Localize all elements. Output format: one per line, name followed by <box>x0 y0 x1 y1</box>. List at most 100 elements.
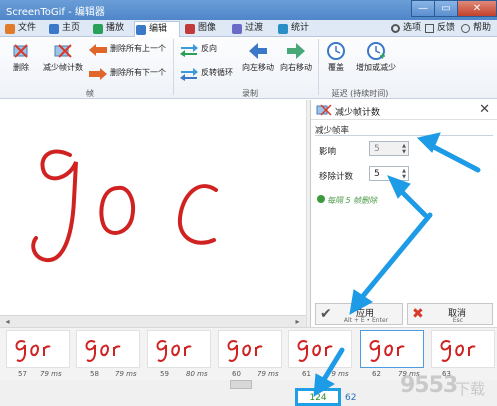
clock-icon <box>326 41 346 61</box>
frame-count-box: 124 <box>295 388 341 406</box>
frame-number: 57 <box>18 370 27 378</box>
tab-label: 播放 <box>106 23 125 33</box>
close-button[interactable]: ✕ <box>457 0 497 17</box>
feedback-button[interactable]: 反馈 <box>425 21 455 36</box>
yoyo-icon <box>179 67 199 81</box>
frames-group-label: 帧 <box>86 89 94 98</box>
tab-label: 文件 <box>18 23 37 33</box>
reduce-frames-icon <box>53 41 73 61</box>
feedback-label: 反馈 <box>437 23 456 33</box>
title-bar: ScreenToGif - 编辑器 — ▭ ✕ <box>0 0 497 20</box>
move-left-label: 向左移动 <box>242 63 274 72</box>
scroll-left-icon[interactable]: ◂ <box>2 317 13 327</box>
reverse-icon <box>179 43 199 57</box>
ribbon-tabs: 文件 主页 播放 编辑 图像 过渡 统计 选项 反馈 帮助 <box>0 20 497 37</box>
tab-home[interactable]: 主页 <box>48 21 90 37</box>
reduce-frame-count-button[interactable]: 减少帧计数 <box>40 41 86 73</box>
frame-number: 62 <box>372 370 381 378</box>
selected-count: 62 <box>345 393 357 403</box>
reverse-label: 反向 <box>201 44 217 53</box>
arrow-left-red-icon <box>88 43 108 57</box>
scroll-right-icon[interactable]: ▸ <box>292 317 303 327</box>
panel-header: 减少帧计数 ✕ <box>311 100 497 120</box>
horizontal-scrollbar[interactable]: ◂ ▸ <box>0 315 306 327</box>
factor-label: 影响 <box>319 147 337 157</box>
tab-transition[interactable]: 过渡 <box>231 21 275 37</box>
frame-thumbnail[interactable] <box>288 330 352 368</box>
tab-label: 主页 <box>62 23 81 33</box>
close-icon[interactable]: ✕ <box>479 102 490 117</box>
frame-delay: 79 ms <box>115 370 137 378</box>
frame-number: 61 <box>302 370 311 378</box>
options-button[interactable]: 选项 <box>391 21 421 36</box>
scroll-thumb[interactable] <box>230 380 252 389</box>
factor-value: 5 <box>374 144 380 154</box>
stats-icon <box>278 24 288 34</box>
tab-image[interactable]: 图像 <box>184 21 228 37</box>
info-message: 每隔 5 帧删除 <box>317 195 377 206</box>
factor-stepper[interactable]: 5 ▲ ▼ <box>369 141 409 156</box>
home-icon <box>49 24 59 34</box>
tab-label: 过渡 <box>245 23 264 33</box>
delete-all-previous-button[interactable]: 删除所有上一个 <box>88 43 166 57</box>
tab-play[interactable]: 播放 <box>92 21 132 37</box>
feedback-icon <box>425 24 434 33</box>
remove-count-value: 5 <box>374 169 380 179</box>
yoyo-button[interactable]: 反转循环 <box>179 67 233 81</box>
frame-count: 124 <box>309 393 327 403</box>
cancel-x-icon: ✖ <box>412 306 424 322</box>
delete-frame-icon <box>11 41 31 61</box>
section-divider <box>315 135 493 136</box>
reduce-frame-panel: 减少帧计数 ✕ 减少帧率 影响 5 ▲ ▼ 移除计数 5 ▲ ▼ 每隔 5 帧删… <box>310 100 497 327</box>
stepper-down-icon[interactable]: ▼ <box>402 149 406 155</box>
override-delay-button[interactable]: 覆盖 <box>321 41 351 73</box>
transition-icon <box>232 24 242 34</box>
frame-thumbnail-selected[interactable] <box>360 330 424 368</box>
frame-number: 59 <box>160 370 169 378</box>
move-left-button[interactable]: 向左移动 <box>240 41 276 73</box>
delete-label: 删除 <box>13 63 29 72</box>
delete-button[interactable]: 删除 <box>6 41 36 73</box>
increase-decrease-delay-button[interactable]: 增加或减少 <box>355 41 397 73</box>
gear-icon <box>391 24 400 33</box>
reduce-label: 减少帧计数 <box>43 63 83 72</box>
image-icon <box>185 24 195 34</box>
override-label: 覆盖 <box>328 63 344 72</box>
increase-decrease-label: 增加或减少 <box>356 63 396 72</box>
record-group-label: 录制 <box>242 89 258 98</box>
frame-thumbnail[interactable] <box>218 330 282 368</box>
frame-number: 58 <box>90 370 99 378</box>
frame-thumbnail[interactable] <box>147 330 211 368</box>
yoyo-label: 反转循环 <box>201 68 233 77</box>
stepper-down-icon[interactable]: ▼ <box>402 174 406 180</box>
frame-canvas[interactable] <box>0 100 306 315</box>
frame-thumbnail[interactable] <box>431 330 495 368</box>
tab-edit[interactable]: 编辑 <box>134 21 180 37</box>
frame-thumbnail[interactable] <box>76 330 140 368</box>
delete-prev-label: 删除所有上一个 <box>110 44 166 53</box>
remove-count-stepper[interactable]: 5 ▲ ▼ <box>369 166 409 181</box>
maximize-button[interactable]: ▭ <box>434 0 458 17</box>
apply-button[interactable]: ✔ 应用 Alt + E • Enter <box>315 303 403 325</box>
frame-delay: 79 ms <box>40 370 62 378</box>
cancel-shortcut: Esc <box>452 317 464 324</box>
help-label: 帮助 <box>473 23 492 33</box>
frame-thumbnail[interactable] <box>6 330 70 368</box>
info-icon <box>317 195 325 203</box>
help-button[interactable]: 帮助 <box>461 21 491 36</box>
info-text: 每隔 5 帧删除 <box>327 196 378 205</box>
move-right-label: 向右移动 <box>280 63 312 72</box>
reverse-button[interactable]: 反向 <box>179 43 217 57</box>
play-icon <box>93 24 103 34</box>
ribbon-separator <box>318 39 319 95</box>
help-icon <box>461 24 470 33</box>
watermark-sub: 下载 <box>455 380 486 398</box>
frame-delay: 79 ms <box>257 370 279 378</box>
cancel-button[interactable]: ✖ 取消 Esc <box>407 303 493 325</box>
move-right-button[interactable]: 向右移动 <box>278 41 314 73</box>
tab-statistics[interactable]: 统计 <box>277 21 321 37</box>
delete-all-next-button[interactable]: 删除所有下一个 <box>88 67 166 81</box>
frame-delay: 80 ms <box>186 370 208 378</box>
minimize-button[interactable]: — <box>411 0 435 17</box>
tab-file[interactable]: 文件 <box>4 21 44 37</box>
